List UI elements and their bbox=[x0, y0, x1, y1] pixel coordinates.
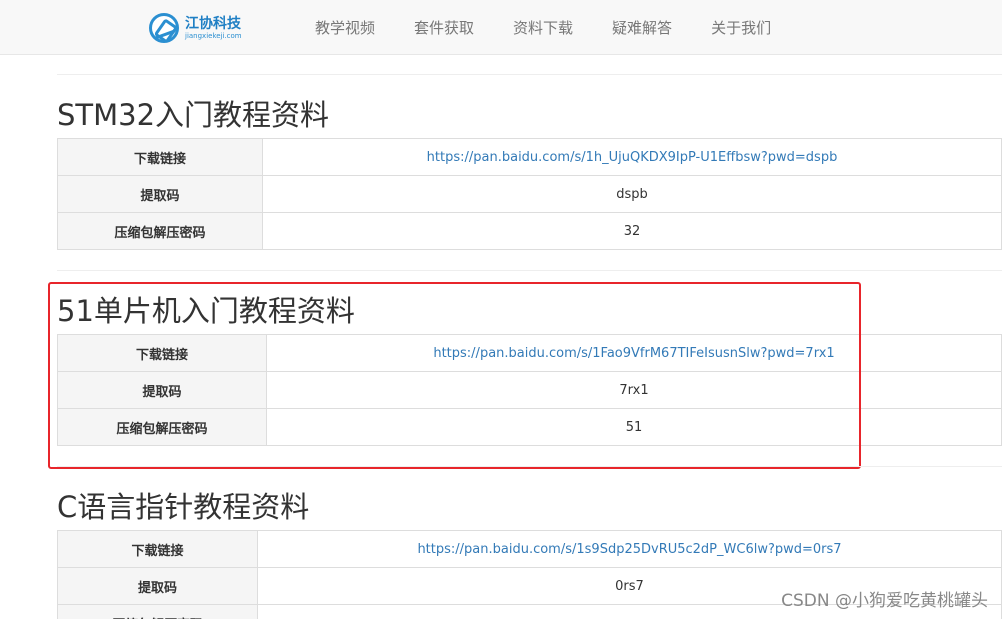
section-title-c-pointers: C语言指针教程资料 bbox=[57, 490, 310, 524]
download-link[interactable]: https://pan.baidu.com/s/1h_UjuQKDX9IpP-U… bbox=[427, 150, 838, 165]
table-row: 下载链接 https://pan.baidu.com/s/1Fao9VfrM67… bbox=[57, 334, 1002, 372]
row-label: 提取码 bbox=[57, 371, 267, 409]
download-link-cell: https://pan.baidu.com/s/1Fao9VfrM67TIFeI… bbox=[266, 334, 1002, 372]
csdn-watermark: CSDN @小狗爱吃黄桃罐头 bbox=[781, 591, 988, 611]
top-navbar: 江协科技 jiangxiekeji.com 教学视频 套件获取 资料下载 疑难解… bbox=[0, 0, 1002, 55]
brand-logo[interactable]: 江协科技 jiangxiekeji.com bbox=[149, 12, 242, 44]
row-label: 压缩包解压密码 bbox=[57, 604, 258, 619]
brand-logo-icon bbox=[149, 13, 179, 43]
extraction-code: dspb bbox=[262, 175, 1002, 213]
section-divider bbox=[57, 270, 1002, 271]
table-row: 下载链接 https://pan.baidu.com/s/1s9Sdp25DvR… bbox=[57, 530, 1002, 568]
resource-table-stm32: 下载链接 https://pan.baidu.com/s/1h_UjuQKDX9… bbox=[57, 138, 1002, 250]
nav-item-faq[interactable]: 疑难解答 bbox=[612, 18, 672, 38]
table-row: 提取码 dspb bbox=[57, 175, 1002, 213]
table-row: 提取码 7rx1 bbox=[57, 371, 1002, 409]
row-label: 下载链接 bbox=[57, 530, 258, 568]
download-link-cell: https://pan.baidu.com/s/1h_UjuQKDX9IpP-U… bbox=[262, 138, 1002, 176]
row-label: 压缩包解压密码 bbox=[57, 408, 267, 446]
download-link[interactable]: https://pan.baidu.com/s/1Fao9VfrM67TIFeI… bbox=[433, 346, 834, 361]
section-divider bbox=[57, 466, 1002, 467]
resource-table-51mcu: 下载链接 https://pan.baidu.com/s/1Fao9VfrM67… bbox=[57, 334, 1002, 446]
row-label: 压缩包解压密码 bbox=[57, 212, 263, 250]
nav-item-about[interactable]: 关于我们 bbox=[711, 18, 771, 38]
section-title-stm32: STM32入门教程资料 bbox=[57, 98, 330, 132]
download-link-cell: https://pan.baidu.com/s/1s9Sdp25DvRU5c2d… bbox=[257, 530, 1002, 568]
download-link[interactable]: https://pan.baidu.com/s/1s9Sdp25DvRU5c2d… bbox=[417, 542, 841, 557]
nav-item-teaching-videos[interactable]: 教学视频 bbox=[315, 18, 375, 38]
section-divider bbox=[57, 74, 1002, 75]
table-row: 下载链接 https://pan.baidu.com/s/1h_UjuQKDX9… bbox=[57, 138, 1002, 176]
row-label: 提取码 bbox=[57, 567, 258, 605]
row-label: 提取码 bbox=[57, 175, 263, 213]
brand-domain: jiangxiekeji.com bbox=[185, 31, 242, 40]
row-label: 下载链接 bbox=[57, 334, 267, 372]
extraction-code: 7rx1 bbox=[266, 371, 1002, 409]
section-title-51mcu: 51单片机入门教程资料 bbox=[57, 294, 355, 328]
row-label: 下载链接 bbox=[57, 138, 263, 176]
nav-menu: 教学视频 套件获取 资料下载 疑难解答 关于我们 bbox=[315, 18, 810, 38]
nav-item-downloads[interactable]: 资料下载 bbox=[513, 18, 573, 38]
table-row: 压缩包解压密码 51 bbox=[57, 408, 1002, 446]
brand-name: 江协科技 bbox=[185, 15, 241, 32]
table-row: 压缩包解压密码 32 bbox=[57, 212, 1002, 250]
unzip-password: 32 bbox=[262, 212, 1002, 250]
unzip-password: 51 bbox=[266, 408, 1002, 446]
nav-item-kit[interactable]: 套件获取 bbox=[414, 18, 474, 38]
